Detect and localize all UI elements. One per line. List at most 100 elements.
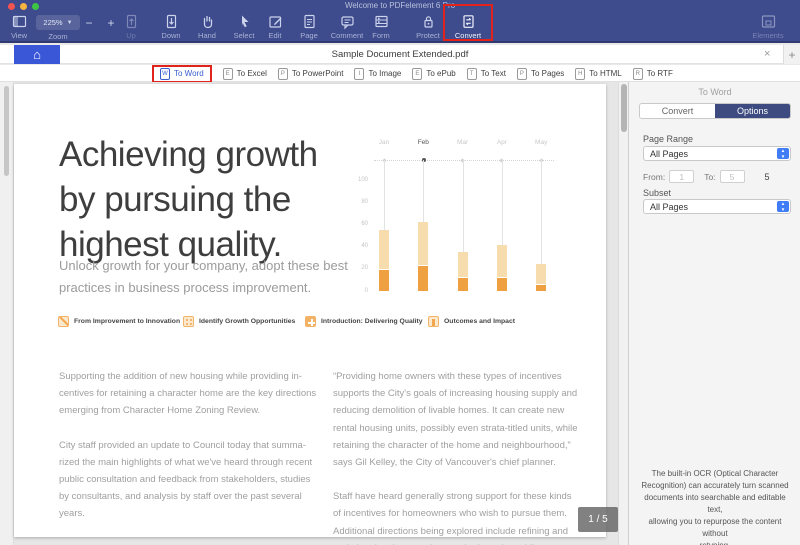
zoom-label: Zoom	[36, 32, 80, 41]
select-cursor-icon	[236, 13, 253, 30]
page-up-icon	[123, 13, 140, 30]
chart-y-tick: 20	[352, 265, 368, 271]
zoom-level-dropdown[interactable]: 225% ▼	[36, 15, 80, 30]
paragraph: City staff provided an update to Council…	[59, 437, 323, 523]
convert-format-to-excel[interactable]: E To Excel	[223, 68, 267, 80]
subset-label: Subset	[643, 188, 671, 198]
convert-format-to-epub[interactable]: ETo ePub	[412, 68, 455, 80]
page-title: Achieving growth by pursuing the highest…	[59, 132, 318, 267]
pdfelement-window: Welcome to PDFelement 6 Pro View 225% ▼ …	[0, 0, 800, 545]
ocr-description: The built-in OCR (Optical Character Reco…	[640, 468, 790, 545]
subset-select[interactable]: All Pages ▲▼	[643, 199, 791, 214]
convert-format-to-rtf[interactable]: RTo RTF	[633, 68, 673, 80]
tab-bar: ⌂ Sample Document Extended.pdf × +	[0, 45, 800, 64]
convert-format-label: To Pages	[531, 69, 564, 78]
titlebar: Welcome to PDFelement 6 Pro	[0, 0, 800, 12]
stepper-arrows-icon: ▲▼	[777, 148, 789, 159]
diagonal-square-icon	[58, 316, 69, 327]
chart-bar-lower	[379, 269, 389, 291]
panel-title: To Word	[629, 87, 800, 97]
zoom-value: 225%	[43, 18, 62, 27]
document-scrollbar[interactable]	[618, 82, 628, 545]
page-icon	[301, 13, 318, 30]
convert-format-label: To PowerPoint	[292, 69, 344, 78]
convert-options-panel: To Word Convert Options Page Range All P…	[628, 82, 800, 545]
feature-item: From Improvement to Innovation	[58, 316, 180, 327]
page-down-label: Down	[161, 31, 180, 40]
chart-category-label: Apr	[487, 139, 517, 146]
elements-panel-button[interactable]: Elements	[745, 13, 791, 40]
page-range-select[interactable]: All Pages ▲▼	[643, 146, 791, 161]
chart-y-tick: 80	[352, 199, 368, 205]
chart-bar-lower	[418, 265, 428, 291]
file-format-icon: E	[223, 68, 233, 80]
convert-format-label: To RTF	[647, 69, 673, 78]
chart-y-tick: 40	[352, 243, 368, 249]
feature-item: Introduction: Delivering Quality	[305, 316, 423, 327]
convert-format-to-word[interactable]: WTo Word	[152, 65, 212, 83]
from-to-row: From: To: 5	[643, 170, 791, 183]
protect-label: Protect	[416, 31, 440, 40]
file-format-icon: I	[354, 68, 364, 80]
document-viewport: Achieving growth by pursuing the highest…	[14, 82, 618, 545]
to-page-input[interactable]	[720, 170, 745, 183]
left-scrollbar-thumb[interactable]	[4, 86, 9, 176]
convert-format-to-text[interactable]: TTo Text	[467, 68, 506, 80]
convert-format-to-image[interactable]: ITo Image	[354, 68, 401, 80]
tab-close-icon[interactable]: ×	[764, 48, 770, 60]
form-button[interactable]: Form	[358, 13, 404, 40]
text-column-left: Supporting the addition of new housing w…	[59, 368, 323, 545]
document-tab-title[interactable]: Sample Document Extended.pdf	[100, 49, 700, 60]
new-tab-button[interactable]: +	[783, 45, 800, 64]
page-label: Page	[300, 31, 318, 40]
page-range-value: All Pages	[650, 149, 688, 159]
window-title: Welcome to PDFelement 6 Pro	[0, 1, 800, 10]
stepper-arrows-icon: ▲▼	[777, 201, 789, 212]
from-page-input[interactable]	[669, 170, 694, 183]
convert-icon	[460, 13, 477, 30]
chart-y-tick: 0	[352, 288, 368, 294]
chart-bar-lower	[497, 277, 507, 291]
feature-label: From Improvement to Innovation	[74, 318, 180, 325]
page-subtitle: Unlock growth for your company, adopt th…	[59, 255, 348, 298]
home-icon: ⌂	[33, 47, 41, 62]
page-indicator-badge: 1 / 5	[578, 507, 618, 532]
page-range-label: Page Range	[643, 134, 693, 144]
file-format-icon: E	[412, 68, 422, 80]
view-label: View	[11, 31, 27, 40]
tab-options[interactable]: Options	[715, 104, 790, 118]
convert-button[interactable]: Convert	[445, 13, 491, 40]
zoom-out-button[interactable]: −	[81, 16, 97, 30]
chart-category-label: May	[526, 139, 556, 146]
chart-category-label: Jan	[369, 139, 399, 146]
paragraph: Staff have heard generally strong suppor…	[333, 488, 603, 545]
comment-bubble-icon	[339, 13, 356, 30]
chart-dropline	[423, 160, 424, 222]
chart-dropline	[541, 160, 542, 264]
chart-category-label: Mar	[448, 139, 478, 146]
convert-format-label: To Excel	[237, 69, 267, 78]
hand-label: Hand	[198, 31, 216, 40]
elements-label: Elements	[752, 31, 783, 40]
convert-format-to-powerpoint[interactable]: PTo PowerPoint	[278, 68, 344, 80]
view-icon	[11, 13, 28, 30]
file-format-icon: H	[575, 68, 585, 80]
paragraph: “Providing home owners with these types …	[333, 368, 603, 471]
file-format-icon: P	[517, 68, 527, 80]
document-scrollbar-thumb[interactable]	[621, 84, 627, 132]
subset-value: All Pages	[650, 202, 688, 212]
lock-icon	[420, 13, 437, 30]
chart-dropline	[384, 160, 385, 230]
feature-label: Outcomes and Impact	[444, 318, 515, 325]
left-panel-strip	[0, 82, 14, 545]
chart-dropline	[502, 160, 503, 245]
header-toolbar: Welcome to PDFelement 6 Pro View 225% ▼ …	[0, 0, 800, 43]
form-icon	[373, 13, 390, 30]
feature-label: Introduction: Delivering Quality	[321, 318, 423, 325]
tab-convert[interactable]: Convert	[640, 104, 715, 118]
bar-square-icon	[428, 316, 439, 327]
convert-format-to-html[interactable]: HTo HTML	[575, 68, 621, 80]
from-label: From:	[643, 172, 665, 182]
home-button[interactable]: ⌂	[14, 45, 60, 64]
convert-format-to-pages[interactable]: P To Pages	[517, 68, 564, 80]
